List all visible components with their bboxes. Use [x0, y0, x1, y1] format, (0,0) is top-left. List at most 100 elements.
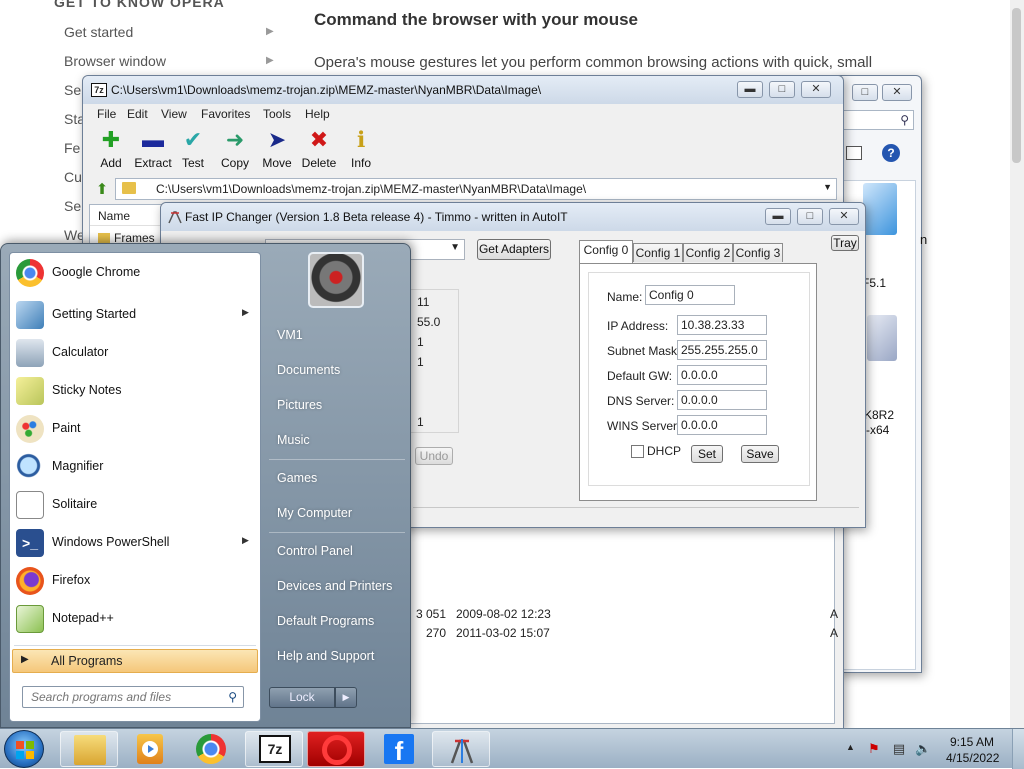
folder-up-icon[interactable]: ⬆: [93, 180, 111, 198]
info-button[interactable]: ℹ Info: [339, 128, 383, 172]
clock-date[interactable]: 4/15/2022: [946, 751, 999, 765]
menu-edit[interactable]: Edit: [127, 107, 148, 121]
start-link-help-and-support[interactable]: Help and Support: [277, 649, 374, 663]
subnet-mask-field[interactable]: 255.255.255.0: [677, 340, 767, 360]
wins-server-field[interactable]: 0.0.0.0: [677, 415, 767, 435]
start-link-vm1[interactable]: VM1: [277, 328, 303, 342]
titlebar[interactable]: 7z C:\Users\vm1\Downloads\memz-trojan.zi…: [83, 76, 843, 104]
taskbar-opera[interactable]: [307, 731, 365, 767]
dns-server-field[interactable]: 0.0.0.0: [677, 390, 767, 410]
default-gw-field[interactable]: 0.0.0.0: [677, 365, 767, 385]
start-item-notepad-plus-plus[interactable]: Notepad++: [10, 601, 260, 637]
delete-button[interactable]: ✖ Delete: [297, 128, 341, 172]
opera-nav-item[interactable]: Fe: [64, 138, 80, 158]
tab-config-3[interactable]: Config 3: [733, 243, 783, 262]
clock-time[interactable]: 9:15 AM: [950, 735, 994, 749]
explorer-search-box[interactable]: ⚲: [838, 110, 914, 130]
tab-config-0[interactable]: Config 0: [579, 240, 633, 263]
search-input[interactable]: [29, 689, 219, 705]
tray-button[interactable]: Tray: [831, 235, 859, 251]
column-header-name[interactable]: Name: [98, 209, 130, 223]
menu-file[interactable]: File: [97, 107, 116, 121]
opera-nav-item[interactable]: Se: [64, 196, 81, 216]
opera-nav-item[interactable]: Cu: [64, 167, 82, 187]
maximize-button[interactable]: □: [797, 208, 823, 225]
close-button[interactable]: ✕: [829, 208, 859, 225]
start-button[interactable]: [4, 730, 44, 768]
undo-button[interactable]: Undo: [415, 447, 453, 465]
start-item-paint[interactable]: Paint: [10, 411, 260, 447]
tab-config-1[interactable]: Config 1: [633, 243, 683, 262]
start-item-calculator[interactable]: Calculator: [10, 335, 260, 371]
taskbar-chrome[interactable]: [183, 731, 241, 767]
ip-address-field[interactable]: 10.38.23.33: [677, 315, 767, 335]
opera-nav-get-started[interactable]: Get started ▶: [64, 22, 274, 42]
close-button[interactable]: ✕: [801, 81, 831, 98]
start-link-my-computer[interactable]: My Computer: [277, 506, 352, 520]
titlebar[interactable]: Fast IP Changer (Version 1.8 Beta releas…: [161, 203, 865, 231]
set-button[interactable]: Set: [691, 445, 723, 463]
start-link-control-panel[interactable]: Control Panel: [277, 544, 353, 558]
start-item-google-chrome[interactable]: Google Chrome: [10, 255, 260, 291]
table-row[interactable]: 3 051 2009-08-02 12:23 A: [408, 607, 838, 621]
start-item-magnifier[interactable]: Magnifier: [10, 449, 260, 485]
menu-view[interactable]: View: [161, 107, 187, 121]
action-center-icon[interactable]: ⚑: [866, 741, 882, 757]
taskbar-explorer[interactable]: [60, 731, 118, 767]
move-button[interactable]: ➤ Move: [255, 128, 299, 172]
network-icon[interactable]: ▤: [891, 741, 907, 757]
taskbar-media-player[interactable]: [121, 731, 179, 767]
power-options-arrow[interactable]: ▶: [335, 687, 357, 708]
start-item-getting-started[interactable]: Getting Started ▶: [10, 297, 260, 333]
lock-button[interactable]: Lock: [269, 687, 335, 708]
menu-help[interactable]: Help: [305, 107, 330, 121]
scrollbar-thumb[interactable]: [1012, 8, 1021, 163]
get-adapters-button[interactable]: Get Adapters: [477, 239, 551, 260]
opera-nav-item[interactable]: Se: [64, 80, 81, 100]
media-player-icon: [137, 734, 163, 764]
address-bar[interactable]: C:\Users\vm1\Downloads\memz-trojan.zip\M…: [115, 178, 837, 200]
minimize-button[interactable]: ▬: [765, 208, 791, 225]
taskbar-fast-ip-changer[interactable]: [432, 731, 490, 767]
start-item-windows-powershell[interactable]: >_ Windows PowerShell ▶: [10, 525, 260, 561]
copy-button[interactable]: ➜ Copy: [213, 128, 257, 172]
volume-icon[interactable]: 🔈: [915, 741, 931, 757]
start-link-games[interactable]: Games: [277, 471, 317, 485]
opera-nav-browser-window[interactable]: Browser window ▶: [64, 51, 274, 71]
maximize-button[interactable]: □: [769, 81, 795, 98]
dhcp-checkbox[interactable]: [631, 445, 644, 458]
all-programs-button[interactable]: ▶ All Programs: [12, 649, 258, 673]
show-hidden-icons-button[interactable]: ▲: [846, 742, 855, 752]
menu-favorites[interactable]: Favorites: [201, 107, 250, 121]
start-link-pictures[interactable]: Pictures: [277, 398, 322, 412]
start-search-box[interactable]: ⚲: [22, 686, 244, 708]
maximize-button[interactable]: □: [852, 84, 878, 101]
save-button[interactable]: Save: [741, 445, 779, 463]
show-desktop-button[interactable]: [1012, 729, 1024, 769]
start-link-documents[interactable]: Documents: [277, 363, 340, 377]
start-link-music[interactable]: Music: [277, 433, 310, 447]
menu-tools[interactable]: Tools: [263, 107, 291, 121]
chevron-down-icon[interactable]: ▼: [823, 182, 832, 192]
close-button[interactable]: ✕: [882, 84, 912, 101]
start-item-firefox[interactable]: Firefox: [10, 563, 260, 599]
name-field[interactable]: Config 0: [645, 285, 735, 305]
getting-started-icon: [16, 301, 44, 329]
toolbar-label: Move: [262, 156, 292, 170]
user-avatar[interactable]: [308, 252, 364, 308]
add-button[interactable]: ✚ Add: [89, 128, 133, 172]
test-button[interactable]: ✔ Test: [171, 128, 215, 172]
start-item-sticky-notes[interactable]: Sticky Notes: [10, 373, 260, 409]
start-menu[interactable]: Google Chrome Getting Started ▶ Calculat…: [0, 243, 411, 728]
help-icon[interactable]: ?: [882, 144, 900, 162]
preview-pane-icon[interactable]: [846, 146, 862, 160]
start-item-solitaire[interactable]: Solitaire: [10, 487, 260, 523]
start-link-default-programs[interactable]: Default Programs: [277, 614, 374, 628]
minimize-button[interactable]: ▬: [737, 81, 763, 98]
table-row[interactable]: 270 2011-03-02 15:07 A: [408, 626, 838, 640]
start-link-devices-and-printers[interactable]: Devices and Printers: [277, 579, 392, 593]
extract-button[interactable]: ▬ Extract: [131, 128, 175, 172]
taskbar-7zip[interactable]: 7z: [245, 731, 303, 767]
tab-config-2[interactable]: Config 2: [683, 243, 733, 262]
taskbar-facebook[interactable]: f: [369, 731, 427, 767]
